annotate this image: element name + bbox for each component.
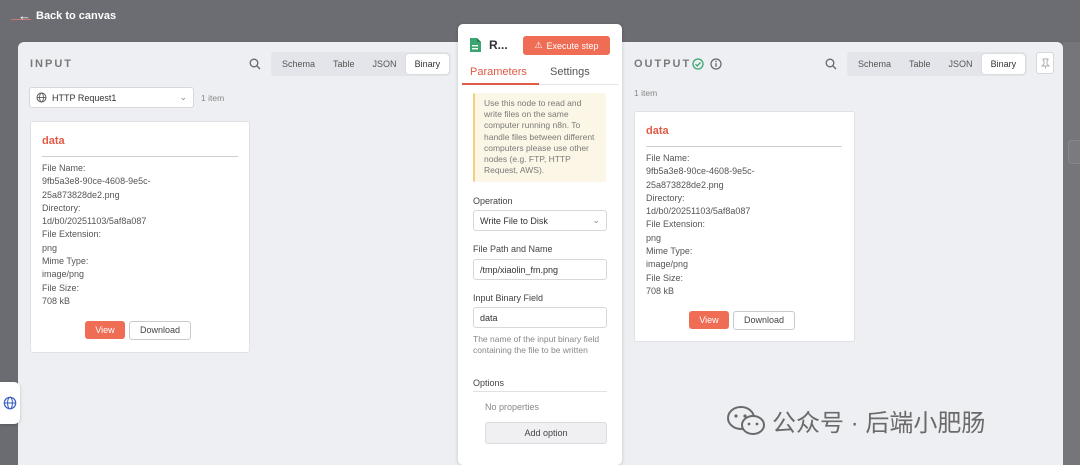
binary-metadata: File Name: 9fb5a3e8-90ce-4608-9e5c- 25a8… bbox=[42, 162, 151, 308]
size-value: 708 kB bbox=[646, 285, 675, 296]
file-name-value: 9fb5a3e8-90ce-4608-9e5c- bbox=[646, 166, 755, 177]
file-name-label: File Name: bbox=[646, 153, 690, 163]
back-label: Back to canvas bbox=[36, 9, 117, 22]
operation-select[interactable]: Write File to Disk ⌄ bbox=[473, 210, 607, 231]
execute-step-label: Execute step bbox=[546, 40, 599, 51]
extension-value: png bbox=[646, 232, 662, 243]
tab-binary[interactable]: Binary bbox=[981, 54, 1026, 74]
input-node-select[interactable]: HTTP Request1 ⌄ bbox=[29, 87, 194, 108]
pin-icon bbox=[1040, 58, 1050, 68]
pin-data-button[interactable] bbox=[1036, 52, 1054, 74]
canvas-background bbox=[1063, 42, 1080, 465]
options-divider bbox=[473, 391, 607, 392]
globe-icon bbox=[36, 92, 47, 103]
add-option-button[interactable]: Add option bbox=[485, 422, 607, 444]
execute-step-button[interactable]: ⚠ Execute step bbox=[523, 36, 610, 55]
view-button[interactable]: View bbox=[85, 321, 125, 339]
wechat-icon bbox=[727, 405, 765, 435]
mime-value: image/png bbox=[646, 259, 689, 270]
file-icon bbox=[470, 38, 481, 52]
node-name[interactable]: R... bbox=[489, 38, 508, 52]
file-name-value-cont: 25a873828de2.png bbox=[42, 189, 120, 200]
chevron-down-icon: ⌄ bbox=[592, 215, 600, 225]
mime-value: image/png bbox=[42, 269, 85, 280]
operation-label: Operation bbox=[473, 196, 513, 206]
size-value: 708 kB bbox=[42, 295, 71, 306]
tab-settings[interactable]: Settings bbox=[550, 66, 590, 78]
binary-field-value: data bbox=[480, 312, 498, 323]
no-properties-text: No properties bbox=[485, 402, 540, 412]
download-button[interactable]: Download bbox=[733, 311, 795, 330]
input-binary-card: data File Name: 9fb5a3e8-90ce-4608-9e5c-… bbox=[30, 121, 250, 353]
input-node-name: HTTP Request1 bbox=[52, 92, 117, 103]
binary-field-label: Input Binary Field bbox=[473, 293, 544, 303]
extension-label: File Extension: bbox=[646, 219, 706, 230]
watermark: 公众号 · 后端小肥肠 bbox=[726, 403, 985, 438]
binary-field-input[interactable]: data bbox=[473, 307, 607, 328]
tab-table[interactable]: Table bbox=[900, 54, 940, 74]
binary-metadata: File Name: 9fb5a3e8-90ce-4608-9e5c- 25a8… bbox=[646, 152, 755, 298]
search-icon[interactable] bbox=[825, 58, 837, 70]
view-button[interactable]: View bbox=[689, 311, 729, 329]
binary-property-title: data bbox=[646, 125, 669, 137]
size-label: File Size: bbox=[646, 272, 684, 283]
flask-icon: ⚠ bbox=[534, 40, 543, 50]
input-item-count: 1 item bbox=[201, 93, 225, 103]
directory-value: 1d/b0/20251103/5af8a087 bbox=[42, 216, 147, 227]
tab-parameters[interactable]: Parameters bbox=[470, 66, 527, 78]
tab-json[interactable]: JSON bbox=[364, 54, 406, 74]
tab-schema[interactable]: Schema bbox=[273, 54, 324, 74]
extension-value: png bbox=[42, 242, 58, 253]
input-view-tabs: Schema Table JSON Binary bbox=[271, 52, 452, 76]
download-button[interactable]: Download bbox=[129, 321, 191, 340]
node-notice: Use this node to read and write files on… bbox=[473, 93, 606, 182]
output-binary-card: data File Name: 9fb5a3e8-90ce-4608-9e5c-… bbox=[634, 111, 855, 342]
tab-json[interactable]: JSON bbox=[940, 54, 982, 74]
file-name-label: File Name: bbox=[42, 163, 86, 173]
node-parameters-panel: R... ⚠ Execute step Parameters Settings … bbox=[458, 24, 622, 465]
mime-label: Mime Type: bbox=[646, 246, 693, 257]
file-name-value-cont: 25a873828de2.png bbox=[646, 179, 724, 190]
file-path-input[interactable]: /tmp/xiaolin_fm.png bbox=[473, 259, 607, 280]
binary-field-hint: The name of the input binary field conta… bbox=[473, 334, 600, 355]
divider bbox=[42, 156, 238, 157]
binary-property-title: data bbox=[42, 135, 65, 147]
file-path-label: File Path and Name bbox=[473, 244, 553, 254]
chevron-down-icon: ⌄ bbox=[179, 92, 187, 102]
output-view-tabs: Schema Table JSON Binary bbox=[847, 52, 1028, 76]
arrow-left-icon: ← bbox=[18, 8, 31, 23]
tab-table[interactable]: Table bbox=[324, 54, 364, 74]
size-label: File Size: bbox=[42, 282, 80, 293]
directory-label: Directory: bbox=[646, 192, 685, 203]
watermark-text: 公众号 · 后端小肥肠 bbox=[772, 410, 986, 437]
extension-label: File Extension: bbox=[42, 229, 102, 240]
file-name-value: 9fb5a3e8-90ce-4608-9e5c- bbox=[42, 176, 151, 187]
check-circle-icon bbox=[692, 58, 704, 70]
canvas-panel-handle bbox=[1068, 140, 1080, 164]
tab-binary[interactable]: Binary bbox=[405, 54, 450, 74]
output-title: OUTPUT bbox=[634, 58, 692, 70]
search-icon[interactable] bbox=[249, 58, 261, 70]
mime-label: Mime Type: bbox=[42, 256, 89, 267]
globe-icon[interactable] bbox=[0, 382, 20, 424]
directory-value: 1d/b0/20251103/5af8a087 bbox=[646, 206, 751, 217]
divider bbox=[646, 146, 842, 147]
tab-schema[interactable]: Schema bbox=[849, 54, 900, 74]
active-tab-indicator bbox=[462, 83, 539, 85]
back-to-canvas-link[interactable]: ← Back to canvas bbox=[18, 8, 116, 23]
file-path-value: /tmp/xiaolin_fm.png bbox=[480, 264, 559, 275]
operation-value: Write File to Disk bbox=[480, 215, 548, 226]
output-item-count: 1 item bbox=[634, 88, 658, 98]
info-icon[interactable] bbox=[710, 58, 722, 70]
directory-label: Directory: bbox=[42, 202, 81, 213]
options-label: Options bbox=[473, 378, 505, 388]
input-title: INPUT bbox=[30, 58, 73, 70]
